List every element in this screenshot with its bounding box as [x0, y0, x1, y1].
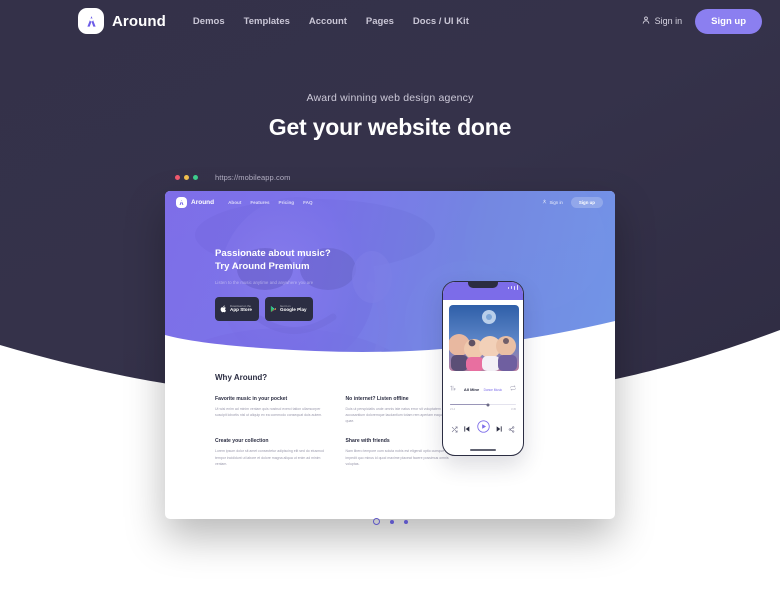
- carousel-dot-1[interactable]: [372, 518, 380, 525]
- feature-body: Duis ut perspiciatis unde omnis iste nat…: [345, 407, 452, 424]
- nav-item-templates[interactable]: Templates: [244, 16, 290, 27]
- album-artwork: [449, 305, 519, 371]
- mockup-nav-actions: Sign in Sign up: [542, 196, 603, 208]
- mockup-nav-item-faq[interactable]: FAQ: [303, 200, 312, 205]
- feature-body: Ut wisi enim ad minim veniam quis nostru…: [215, 407, 323, 418]
- nav-item-pages[interactable]: Pages: [366, 16, 394, 27]
- mockup-brand-name: Around: [191, 198, 215, 206]
- window-close-dot[interactable]: [175, 175, 180, 180]
- app-store-buttons: Download on the App Store Get it on Goog…: [215, 296, 331, 321]
- google-play-text: Get it on Google Play: [280, 305, 307, 313]
- mockup-sign-in-label: Sign in: [549, 199, 563, 205]
- seek-control[interactable]: 2:14 3:45: [449, 403, 517, 411]
- page-root: Around Demos Templates Account Pages Doc…: [0, 0, 780, 600]
- mockup-hero-subtitle: Listen to the music anytime and anywhere…: [215, 279, 314, 285]
- browser-viewport: Around About Features Pricing FAQ Sign i…: [165, 191, 615, 519]
- top-navigation-bar: Around Demos Templates Account Pages Doc…: [0, 0, 780, 42]
- mockup-nav-item-features[interactable]: Features: [250, 200, 269, 205]
- app-store-text: Download on the App Store: [230, 305, 252, 313]
- phone-status-bar: [443, 282, 523, 300]
- feature-heading: Share with friends: [345, 438, 390, 445]
- mockup-sign-up-button[interactable]: Sign up: [570, 196, 603, 208]
- time-elapsed: 2:14: [450, 408, 456, 412]
- track-row: All Mine Dance Music: [449, 378, 517, 396]
- previous-icon[interactable]: [463, 420, 471, 438]
- feature-grid: Favorite music in your pocket Ut wisi en…: [215, 396, 455, 467]
- music-player: All Mine Dance Music 2:14 3:45: [443, 300, 523, 438]
- carousel-dot-2[interactable]: [389, 519, 394, 524]
- next-icon[interactable]: [495, 420, 503, 438]
- track-name: All Mine: [463, 387, 480, 392]
- nav-item-account[interactable]: Account: [309, 16, 347, 27]
- feature-item: Favorite music in your pocket Ut wisi en…: [215, 396, 325, 424]
- browser-mockup: https://mobileapp.com Around About Featu…: [165, 164, 615, 519]
- mockup-nav-item-about[interactable]: About: [228, 200, 241, 205]
- feature-body: Nam libero tempore cum soluta nobis est …: [345, 449, 452, 466]
- sign-in-link[interactable]: Sign in: [641, 15, 683, 27]
- phone-status-icons: [507, 285, 518, 290]
- mockup-navigation: Around About Features Pricing FAQ Sign i…: [165, 191, 615, 213]
- carousel-pagination: [0, 518, 780, 525]
- address-bar-url[interactable]: https://mobileapp.com: [215, 173, 290, 182]
- play-icon[interactable]: [476, 420, 490, 438]
- share-icon[interactable]: [508, 420, 515, 438]
- seek-fill: [450, 404, 489, 406]
- hero-subtitle: Award winning web design agency: [306, 92, 474, 104]
- hero-bottom-wave: [165, 321, 615, 356]
- nav-item-demos[interactable]: Demos: [193, 16, 225, 27]
- track-info: All Mine Dance Music: [456, 378, 510, 396]
- nav-actions: Sign in Sign up: [641, 8, 762, 34]
- repeat-icon[interactable]: [510, 378, 516, 396]
- track-artist: Dance Music: [483, 388, 503, 392]
- google-play-large: Google Play: [280, 306, 307, 312]
- feature-heading: No internet? Listen offline: [345, 396, 409, 402]
- seek-times: 2:14 3:45: [450, 408, 516, 411]
- feature-body: Lorem ipsum dolor sit amet consectetur a…: [215, 449, 324, 466]
- mockup-sign-in-link[interactable]: Sign in: [542, 199, 563, 205]
- brand-name: Around: [112, 12, 166, 30]
- mockup-hero-line-2: Try Around Premium: [215, 260, 310, 272]
- google-play-icon: [270, 300, 277, 318]
- mockup-hero-copy: Passionate about music? Try Around Premi…: [215, 248, 331, 321]
- player-controls: [449, 420, 517, 438]
- app-store-large: App Store: [230, 306, 252, 312]
- sign-up-button[interactable]: Sign up: [695, 8, 762, 34]
- mockup-hero: Around About Features Pricing FAQ Sign i…: [165, 191, 615, 356]
- browser-chrome: https://mobileapp.com: [165, 164, 615, 191]
- window-maximize-dot[interactable]: [193, 175, 198, 180]
- mockup-brand-logo[interactable]: Around: [176, 196, 215, 208]
- google-play-button[interactable]: Get it on Google Play: [265, 296, 313, 321]
- why-around-title: Why Around?: [215, 373, 268, 382]
- mockup-nav-links: About Features Pricing FAQ: [228, 200, 312, 205]
- around-logo-icon: [78, 8, 104, 34]
- hero-title: Get your website done: [268, 114, 512, 140]
- apple-icon: [220, 300, 227, 318]
- mockup-around-logo-icon: [176, 196, 187, 208]
- brand-logo[interactable]: Around: [78, 8, 166, 34]
- seek-knob[interactable]: [486, 403, 490, 407]
- app-store-button[interactable]: Download on the App Store: [215, 296, 259, 321]
- mockup-hero-line-1: Passionate about music?: [215, 248, 331, 259]
- user-icon: [641, 15, 651, 27]
- seek-bar[interactable]: [450, 403, 516, 407]
- feature-item: Create your collection Lorem ipsum dolor…: [215, 438, 325, 466]
- nav-item-docs-ui-kit[interactable]: Docs / UI Kit: [413, 16, 469, 27]
- phone-mockup: All Mine Dance Music 2:14 3:45: [442, 281, 524, 456]
- feature-item: Share with friends Nam libero tempore cu…: [346, 438, 456, 466]
- mockup-user-icon: [542, 199, 547, 205]
- phone-home-indicator: [470, 449, 496, 451]
- sign-in-label: Sign in: [654, 16, 683, 26]
- window-minimize-dot[interactable]: [184, 175, 189, 180]
- why-around-section: Why Around? Favorite music in your pocke…: [215, 373, 455, 467]
- feature-heading: Favorite music in your pocket: [215, 396, 288, 402]
- shuffle-icon[interactable]: [451, 420, 458, 438]
- mockup-nav-item-pricing[interactable]: Pricing: [279, 200, 295, 205]
- feature-heading: Create your collection: [215, 438, 269, 445]
- phone-notch: [468, 282, 498, 288]
- hero-section: Award winning web design agency Get your…: [0, 92, 780, 141]
- time-total: 3:45: [510, 408, 516, 412]
- primary-nav: Demos Templates Account Pages Docs / UI …: [193, 16, 469, 27]
- carousel-dot-3[interactable]: [403, 519, 408, 524]
- feature-item: No internet? Listen offline Duis ut pers…: [346, 396, 456, 424]
